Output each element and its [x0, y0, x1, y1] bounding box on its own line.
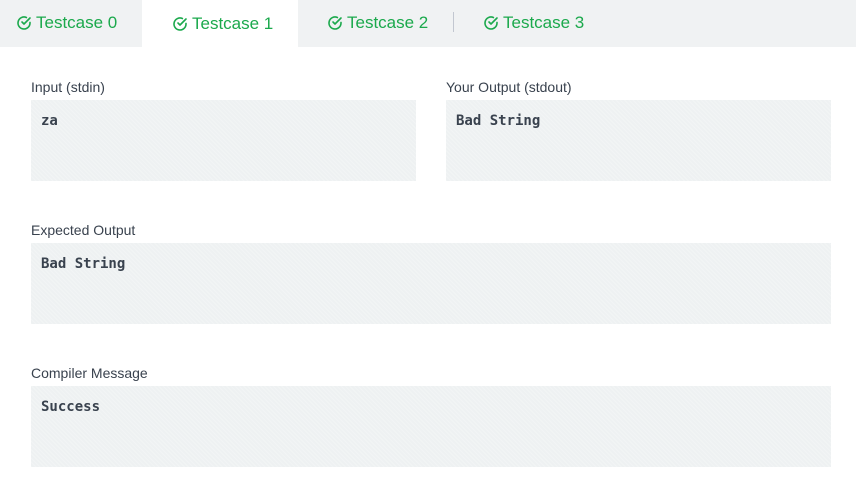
tab-testcase-1[interactable]: Testcase 1	[142, 0, 298, 47]
compiler-message-label: Compiler Message	[31, 365, 148, 381]
check-circle-icon	[327, 15, 343, 31]
input-label: Input (stdin)	[31, 79, 105, 95]
check-circle-icon	[16, 15, 32, 31]
tab-label: Testcase 1	[192, 13, 274, 33]
your-output-box[interactable]: Bad String	[446, 100, 831, 181]
check-circle-icon	[172, 16, 188, 32]
input-box[interactable]: za	[31, 100, 416, 181]
tab-label: Testcase 0	[36, 12, 118, 32]
check-circle-icon	[483, 15, 499, 31]
your-output-label: Your Output (stdout)	[446, 79, 572, 95]
compiler-message-box[interactable]: Success	[31, 386, 831, 467]
tab-testcase-0[interactable]: Testcase 0	[0, 0, 142, 45]
tab-testcase-3[interactable]: Testcase 3	[453, 0, 613, 45]
tab-testcase-2[interactable]: Testcase 2	[298, 0, 453, 45]
expected-output-label: Expected Output	[31, 222, 136, 238]
expected-output-box[interactable]: Bad String	[31, 243, 831, 324]
testcase-tab-bar: Testcase 0 Testcase 1 Testcase 2 Testcas…	[0, 0, 856, 47]
tab-label: Testcase 3	[503, 12, 585, 32]
tab-label: Testcase 2	[347, 12, 429, 32]
